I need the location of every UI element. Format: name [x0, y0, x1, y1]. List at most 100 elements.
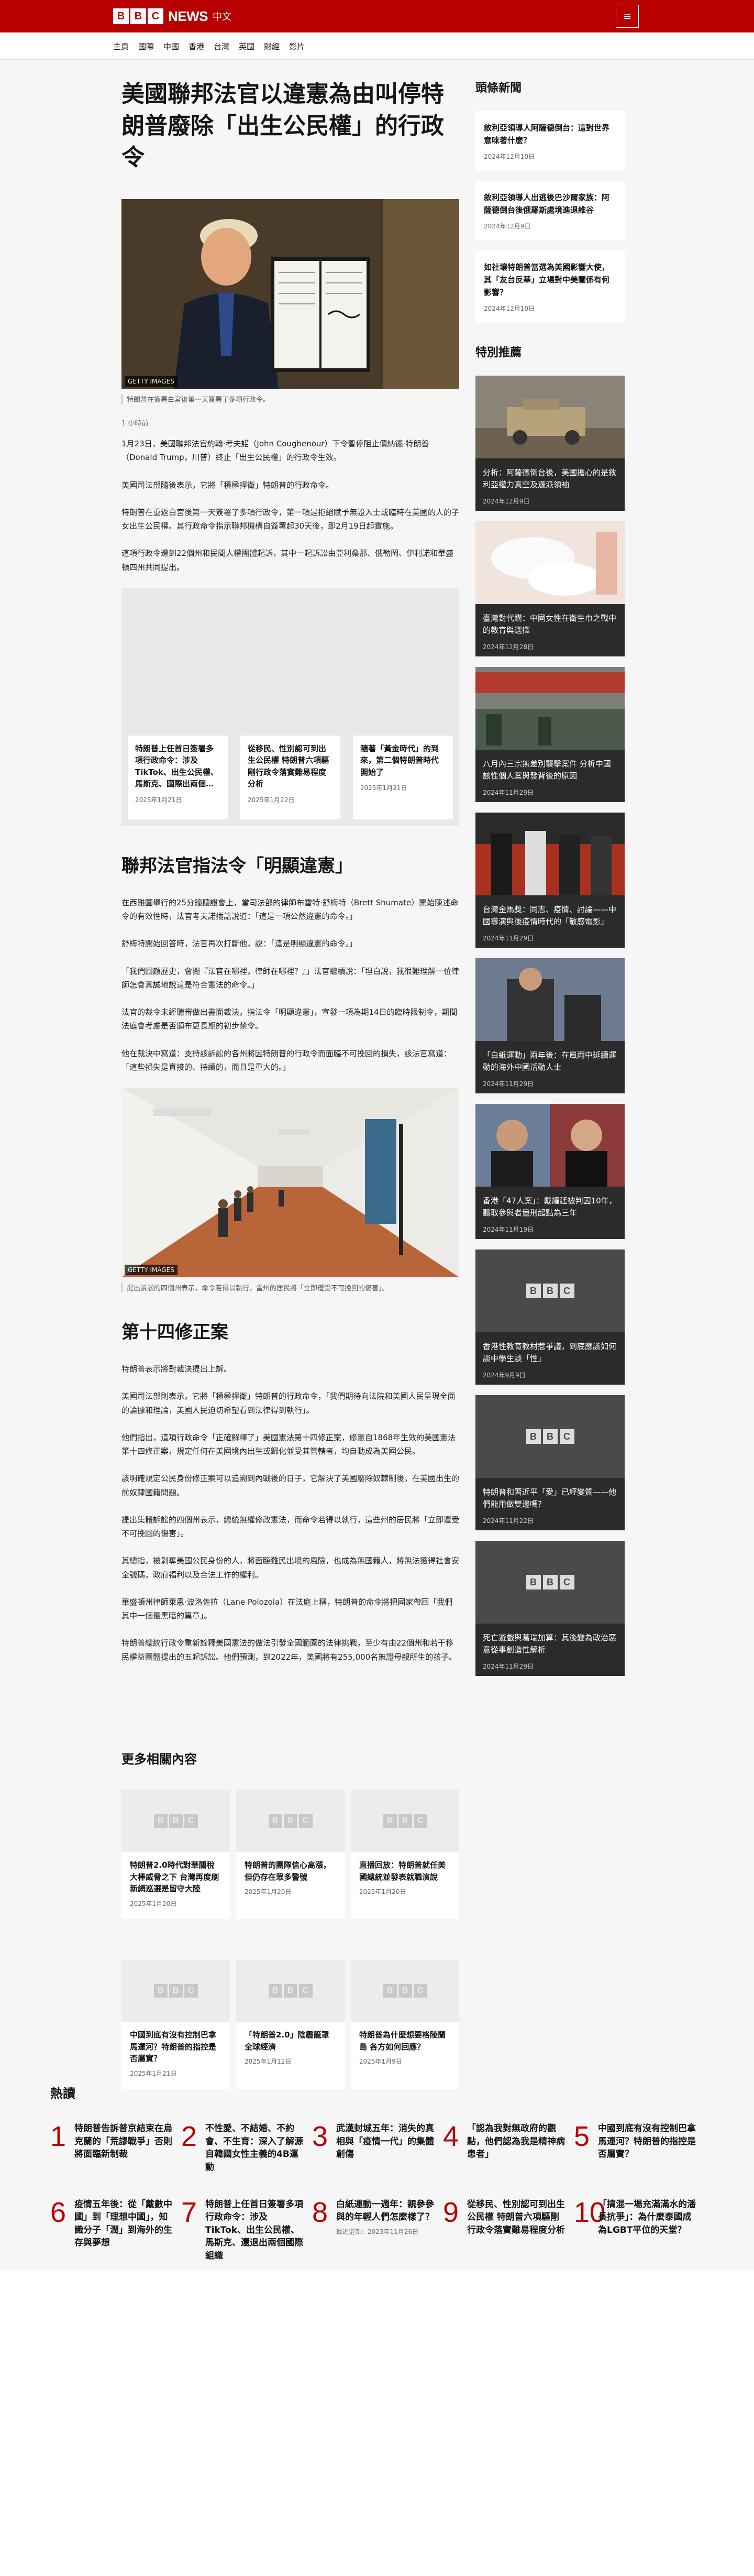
- menu-button[interactable]: ≡: [616, 5, 639, 28]
- article: 美國聯邦法官以違憲為由叫停特朗普廢除「出生公民權」的行政令 GETTY IMAG…: [121, 79, 459, 1678]
- nav-item-world[interactable]: 國際: [138, 41, 154, 52]
- featured-card[interactable]: 八月內三宗無差別襲擊案件 分析中國該性個人案與發背後的原因 2024年11月29…: [475, 667, 625, 802]
- most-read-item[interactable]: 4 「認為我對無政府的觀點，他們認為我是精神病患者」: [443, 2122, 574, 2174]
- featured-title: 分析：阿薩德倒台後，美國擔心的是敘利亞權力真空及遜派領袖: [483, 468, 617, 490]
- most-read-item[interactable]: 9 從移民、性別認可到出生公民權 特朗普六項驅剛行政令落實難易程度分析: [443, 2198, 574, 2263]
- related-card-title: 從移民、性別認可到出生公民權 特朗普六項驅剛行政令落實難易程度分析: [248, 743, 329, 789]
- featured-card[interactable]: BBC 死亡遊戲與葛瑞加算：其後變為政治惡意從事創造性解析 2024年11月29…: [475, 1541, 625, 1676]
- featured-card[interactable]: BBC 香港性教育教材惹爭議，到底應該如何談中學生談「性」 2024年9月9日: [475, 1249, 625, 1385]
- featured-card[interactable]: 「白紙運動」兩年後：在風雨中延續運動的海外中國活動人士 2024年11月29日: [475, 958, 625, 1093]
- bbc-placeholder-image: BBC: [475, 1541, 625, 1624]
- most-read-title: 從移民、性別認可到出生公民權 特朗普六項驅剛行政令落實難易程度分析: [467, 2199, 565, 2235]
- more-card-date: 2025年1月20日: [359, 1888, 406, 1895]
- featured-title: 台灣金馬獎：同志、疫情、討論——中國導演與後疫情時代的「敏感電影」: [483, 905, 617, 927]
- paragraph: 特朗普在重返白宮後第一天簽署了多項行政令，第一項是拒絕賦予無證入士或臨時在美國的…: [121, 507, 460, 531]
- more-card[interactable]: B B C 特朗普為什麼想要格陵蘭島 各方如何回應？ 2025年1月9日: [351, 1960, 459, 2089]
- most-read-item[interactable]: 7 特朗普上任首日簽署多項行政命令：涉及TikTok、出生公民權、馬斯克、還退出兩…: [181, 2198, 312, 2263]
- paragraph: 美國司法部則表示，它將「積極捍衛」特朗普的行政命令，「我們期待向法院和美國人民呈…: [121, 1391, 456, 1415]
- bbc-placeholder-image: BBC: [236, 1790, 345, 1852]
- top-story-card[interactable]: 如社壤特朗普當選為美國影響大使，其「友台反華」立場對中美關係有何影響？ 2024…: [475, 250, 625, 322]
- bbc-placeholder-image: BBC: [351, 1790, 459, 1852]
- featured-image: [475, 1104, 625, 1187]
- related-card-title: 隨著「黃金時代」的到來，第二個特朗普時代開始了: [360, 743, 439, 777]
- most-read-title: 特朗普上任首日簽署多項行政命令：涉及TikTok、出生公民權、馬斯克、還退出兩個…: [205, 2199, 303, 2262]
- paragraph: 在西雅圖舉行的25分鐘聽證會上，當司法部的律師布雷特·舒梅特（Brett Shu…: [121, 897, 459, 922]
- most-read-title: 白紙運動一週年：親參參與的年輕人們怎麼樣了？: [336, 2199, 434, 2223]
- rank-number: 2: [181, 2121, 197, 2152]
- related-card-date: 2025年1月21日: [360, 784, 407, 792]
- published-time: 1 小時前: [121, 420, 149, 428]
- featured-image: [475, 813, 625, 895]
- related-card[interactable]: 隨著「黃金時代」的到來，第二個特朗普時代開始了 2025年1月21日: [353, 735, 453, 819]
- more-card-date: 2025年1月12日: [245, 2058, 292, 2065]
- featured-card[interactable]: 分析：阿薩德倒台後，美國擔心的是敘利亞權力真空及遜派領袖 2024年12月9日: [475, 376, 625, 511]
- menu-icon: ≡: [623, 10, 632, 23]
- bbc-placeholder-image: BBC: [121, 1960, 230, 2022]
- paragraph: 法官的裁令未經聽審做出書面裁決，指法令「明顯違憲」，宣發一項為期14日的臨時限制…: [121, 1007, 458, 1031]
- nav-item-home[interactable]: 主頁: [113, 41, 129, 52]
- featured-date: 2024年11月29日: [483, 788, 534, 796]
- related-card[interactable]: 從移民、性別認可到出生公民權 特朗普六項驅剛行政令落實難易程度分析 2025年1…: [240, 735, 340, 819]
- nav-item-business[interactable]: 財經: [264, 41, 280, 52]
- subheading: 第十四修正案: [121, 1322, 228, 1343]
- related-card-date: 2025年1月21日: [135, 796, 182, 804]
- image-credit: GETTY IMAGES: [125, 1265, 178, 1276]
- article-title: 美國聯邦法官以違憲為由叫停特朗普廢除「出生公民權」的行政令: [121, 81, 444, 171]
- nav-item-video[interactable]: 影片: [289, 41, 305, 52]
- featured-date: 2024年11月29日: [483, 1080, 534, 1088]
- more-card[interactable]: B B C 特朗普的團隊信心高漲，但仍存在眾多警號 2025年1月20日: [236, 1790, 345, 1919]
- more-card-title: 中國到底有沒有控制巴拿馬運河？特朗普的指控是否屬實？: [130, 2030, 217, 2063]
- most-read-item[interactable]: 8 白紙運動一週年：親參參與的年輕人們怎麼樣了？ 最近更新：2023年11月26日: [312, 2198, 443, 2263]
- most-read-item[interactable]: 10 「搞混一場充滿滿水的潘長抗爭」：為什麼泰國成為LGBT平位的天堂？: [574, 2198, 705, 2263]
- top-story-card[interactable]: 敘利亞領導人阿薩德倒台：這對世界意味著什麼？ 2024年12月10日: [475, 111, 625, 170]
- featured-card[interactable]: 香港「47人案」：戴耀廷被判囚10年，聽取參與者量刑起點為三年 2024年11月…: [475, 1104, 625, 1239]
- featured-card[interactable]: BBC 特朗普和習近平「愛」已經變質——他們能用做雙邊嗎？ 2024年11月22…: [475, 1395, 625, 1530]
- most-read-item[interactable]: 1 特朗普告訴普京結束在烏克蘭的「荒謬戰爭」否則將面臨新制裁: [50, 2122, 181, 2174]
- brand-news-text: NEWS: [168, 8, 208, 24]
- more-card[interactable]: B B C 「特朗普2.0」陰霾籠罩全球經濟 2025年1月12日: [236, 1960, 345, 2089]
- most-read-item[interactable]: 2 不性愛、不結婚、不約會、不生育：深入了解源自韓國女性主義的4B運動: [181, 2122, 312, 2174]
- featured-date: 2024年12月28日: [483, 643, 534, 651]
- bbc-news-logo[interactable]: B B C NEWS 中文: [113, 7, 231, 25]
- most-read-date: 最近更新：2023年11月26日: [336, 2228, 419, 2235]
- nav-item-china[interactable]: 中國: [163, 41, 179, 52]
- most-read-item[interactable]: 3 武漢封城五年：消失的真相與「疫情一代」的集體創傷: [312, 2122, 443, 2174]
- paragraph: 這項行政令遭到22個州和民間人權團體起訴，其中一起訴訟由亞利桑那、俄勒岡、伊利諾…: [121, 549, 454, 572]
- more-card[interactable]: B B C 中國到底有沒有控制巴拿馬運河？特朗普的指控是否屬實？ 2025年1月21日: [121, 1960, 230, 2089]
- most-read-item[interactable]: 6 疫情五年後：從「戴數中國」到「理想中國」，知識分子「潤」到海外的生存與夢想: [50, 2198, 181, 2263]
- more-card-title: 特朗普2.0時代對華關稅大棒威脅之下 台灣再度刷新網巡選是留守大陸: [130, 1860, 219, 1893]
- rank-number: 9: [443, 2196, 459, 2228]
- featured-card[interactable]: 臺灣對代購：中國女性在衛生巾之戰中的教育與選擇 2024年12月28日: [475, 521, 625, 656]
- top-story-title: 敘利亞領導人阿薩德倒台：這對世界意味著什麼？: [484, 123, 610, 145]
- nav-item-taiwan[interactable]: 台灣: [214, 41, 229, 52]
- most-read-title: 特朗普告訴普京結束在烏克蘭的「荒謬戰爭」否則將面臨新制裁: [74, 2123, 172, 2160]
- top-story-title: 敘利亞領導人出逃後巴沙爾家族：阿薩德倒台後俄羅斯處境進退維谷: [484, 193, 610, 215]
- bbc-placeholder-image: BBC: [121, 1790, 230, 1852]
- top-story-title: 如社壤特朗普當選為美國影響大使，其「友台反華」立場對中美關係有何影響？: [484, 262, 610, 297]
- nav-item-hongkong[interactable]: 香港: [188, 41, 204, 52]
- related-card[interactable]: 特朗普上任首日簽署多項行政命令：涉及TikTok、出生公民權、馬斯克、國際出兩個…: [128, 735, 228, 819]
- featured-image: [475, 667, 625, 750]
- brand-language-text: 中文: [213, 12, 231, 23]
- featured-title: 「白紙運動」兩年後：在風雨中延續運動的海外中國活動人士: [483, 1050, 617, 1072]
- top-story-date: 2024年12月10日: [484, 153, 535, 160]
- nav-item-uk[interactable]: 英國: [239, 41, 254, 52]
- related-stories-block: 特朗普上任首日簽署多項行政命令：涉及TikTok、出生公民權、馬斯克、國際出兩個…: [121, 587, 459, 826]
- featured-date: 2024年11月22日: [483, 1517, 534, 1525]
- more-card-date: 2025年1月20日: [130, 1900, 177, 1908]
- featured-image: [475, 376, 625, 458]
- featured-date: 2024年11月29日: [483, 934, 534, 942]
- featured-date: 2024年9月9日: [483, 1371, 526, 1379]
- rank-number: 6: [50, 2196, 66, 2228]
- most-read-item[interactable]: 5 中國到底有沒有控制巴拿馬運河？特朗普的指控是否屬實？: [574, 2122, 705, 2174]
- top-story-card[interactable]: 敘利亞領導人出逃後巴沙爾家族：阿薩德倒台後俄羅斯處境進退維谷 2024年12月9…: [475, 181, 625, 240]
- paragraph: 其總指，被剝奪美國公民身份的人，將面臨難民出境的風險，也成為無國籍人，將無法獲得…: [121, 1556, 460, 1580]
- featured-date: 2024年11月19日: [483, 1225, 534, 1233]
- featured-card[interactable]: 台灣金馬獎：同志、疫情、討論——中國導演與後疫情時代的「敏感電影」 2024年1…: [475, 813, 625, 948]
- more-card[interactable]: B B C 特朗普2.0時代對華關稅大棒威脅之下 台灣再度刷新網巡選是留守大陸 2025…: [121, 1790, 230, 1919]
- more-card[interactable]: B B C 直播回放：特朗普就任美國總統並發表就職演說 2025年1月20日: [351, 1790, 459, 1919]
- article-second-image: GETTY IMAGES: [121, 1088, 459, 1278]
- featured-title: 香港性教育教材惹爭議，到底應該如何談中學生談「性」: [483, 1342, 617, 1364]
- featured-image: [475, 958, 625, 1041]
- bbc-placeholder-image: BBC: [475, 1395, 625, 1478]
